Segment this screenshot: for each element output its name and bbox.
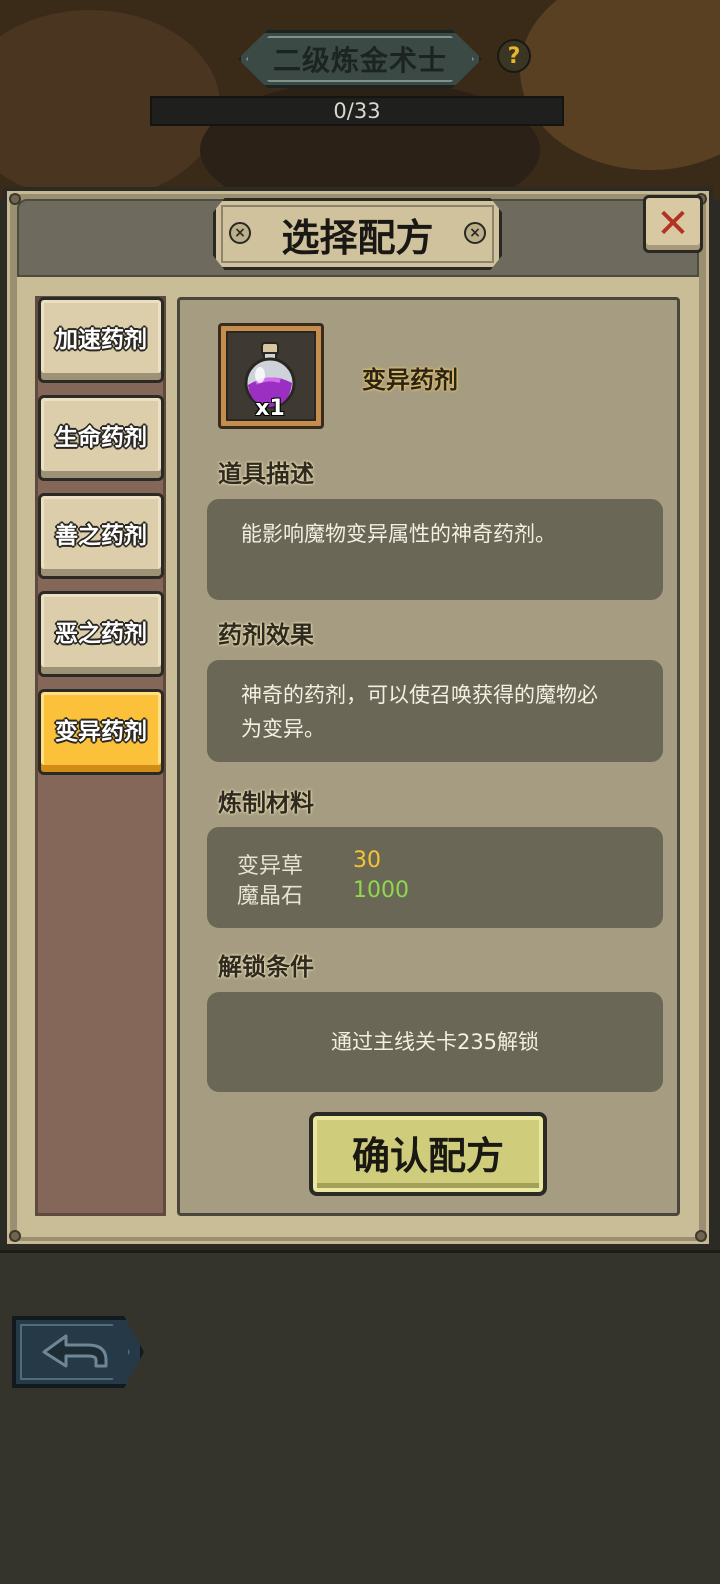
close-icon: ✕ [656, 201, 690, 247]
effect-text-line2: 为变异。 [241, 717, 325, 741]
material-name: 魔晶石 [237, 884, 304, 909]
item-name: 变异药剂 [362, 366, 458, 394]
recipe-item-label: 恶之药剂 [55, 621, 147, 647]
recipe-item-label: 生命药剂 [55, 425, 147, 451]
unlock-title: 解锁条件 [218, 953, 314, 981]
recipe-item-evil-potion[interactable]: 恶之药剂 [38, 591, 164, 677]
help-icon[interactable]: ? [497, 39, 531, 73]
close-button[interactable]: ✕ [643, 195, 703, 253]
recipe-item-label: 加速药剂 [55, 327, 147, 353]
item-count: x1 [255, 396, 285, 421]
recipe-item-speed-potion[interactable]: 加速药剂 [38, 297, 164, 383]
rivet [9, 1230, 21, 1242]
panel-title: 选择配方 [221, 205, 494, 263]
recipe-item-label: 变异药剂 [55, 719, 147, 745]
description-title: 道具描述 [218, 460, 314, 488]
back-arrow-icon [42, 1334, 108, 1368]
recipe-item-life-potion[interactable]: 生命药剂 [38, 395, 164, 481]
effect-title: 药剂效果 [218, 621, 314, 649]
material-quantity: 1000 [353, 878, 409, 903]
recipe-item-good-potion[interactable]: 善之药剂 [38, 493, 164, 579]
material-name: 变异草 [237, 854, 304, 879]
unlock-condition-text: 通过主线关卡235解锁 [330, 1030, 540, 1054]
material-quantity: 30 [353, 848, 381, 873]
rivet [695, 1230, 707, 1242]
background-bottom [0, 1250, 720, 1584]
screw-icon: × [464, 222, 486, 244]
materials-title: 炼制材料 [218, 789, 314, 817]
recipe-item-label: 善之药剂 [55, 523, 147, 549]
rank-title: 二级炼金术士 [246, 36, 474, 82]
progress-text: 0/33 [333, 99, 381, 123]
confirm-recipe-label: 确认配方 [351, 1133, 504, 1178]
confirm-recipe-button[interactable]: 确认配方 [309, 1112, 547, 1196]
rivet [9, 193, 21, 205]
effect-text-line1: 神奇的药剂，可以使召唤获得的魔物必 [241, 683, 598, 707]
description-text: 能影响魔物变异属性的神奇药剂。 [241, 522, 556, 546]
back-button-frame [20, 1324, 130, 1380]
recipe-item-mutation-potion[interactable]: 变异药剂 [38, 689, 164, 775]
screw-icon: × [229, 222, 251, 244]
